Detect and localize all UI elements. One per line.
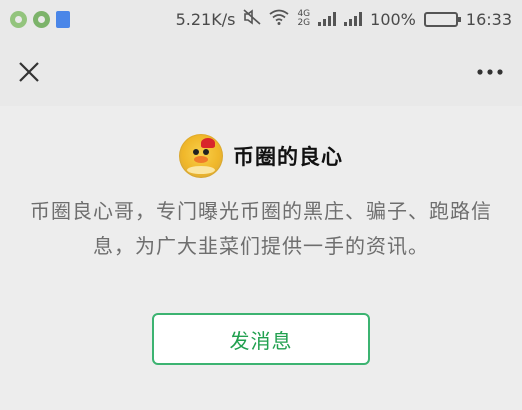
- signal-icon: [318, 12, 337, 26]
- notification-icons: [10, 10, 70, 28]
- battery-percentage: 100%: [370, 9, 416, 29]
- navigation-bar: [0, 38, 522, 106]
- network-tag-2g: 2G: [297, 18, 311, 28]
- send-message-button[interactable]: 发消息: [152, 313, 370, 365]
- app-notification-icon: [10, 10, 27, 28]
- file-notification-icon: [56, 10, 70, 28]
- more-icon[interactable]: [476, 68, 504, 76]
- account-name: 币圈的良心: [233, 145, 343, 169]
- profile-header: 币圈的良心: [0, 134, 522, 178]
- network-type-tags: 4G 2G: [297, 10, 310, 28]
- mute-icon: [243, 9, 261, 29]
- clock: 16:33: [465, 9, 512, 29]
- battery-icon: [423, 11, 461, 27]
- wifi-icon: [269, 9, 289, 29]
- signal-icon-secondary: [344, 12, 363, 26]
- profile-card: 币圈的良心 币圈良心哥，专门曝光币圈的黑庄、骗子、跑路信息，为广大韭菜们提供一手…: [0, 106, 522, 410]
- account-description: 币圈良心哥，专门曝光币圈的黑庄、骗子、跑路信息，为广大韭菜们提供一手的资讯。: [30, 199, 492, 258]
- status-bar: 5.21K/s 4G 2G 100% 16:33: [0, 0, 522, 38]
- close-icon[interactable]: [18, 61, 40, 83]
- app-notification-icon: [33, 10, 50, 28]
- avatar[interactable]: [179, 134, 223, 178]
- system-indicators: 5.21K/s 4G 2G 100% 16:33: [176, 9, 512, 29]
- network-speed: 5.21K/s: [175, 9, 236, 29]
